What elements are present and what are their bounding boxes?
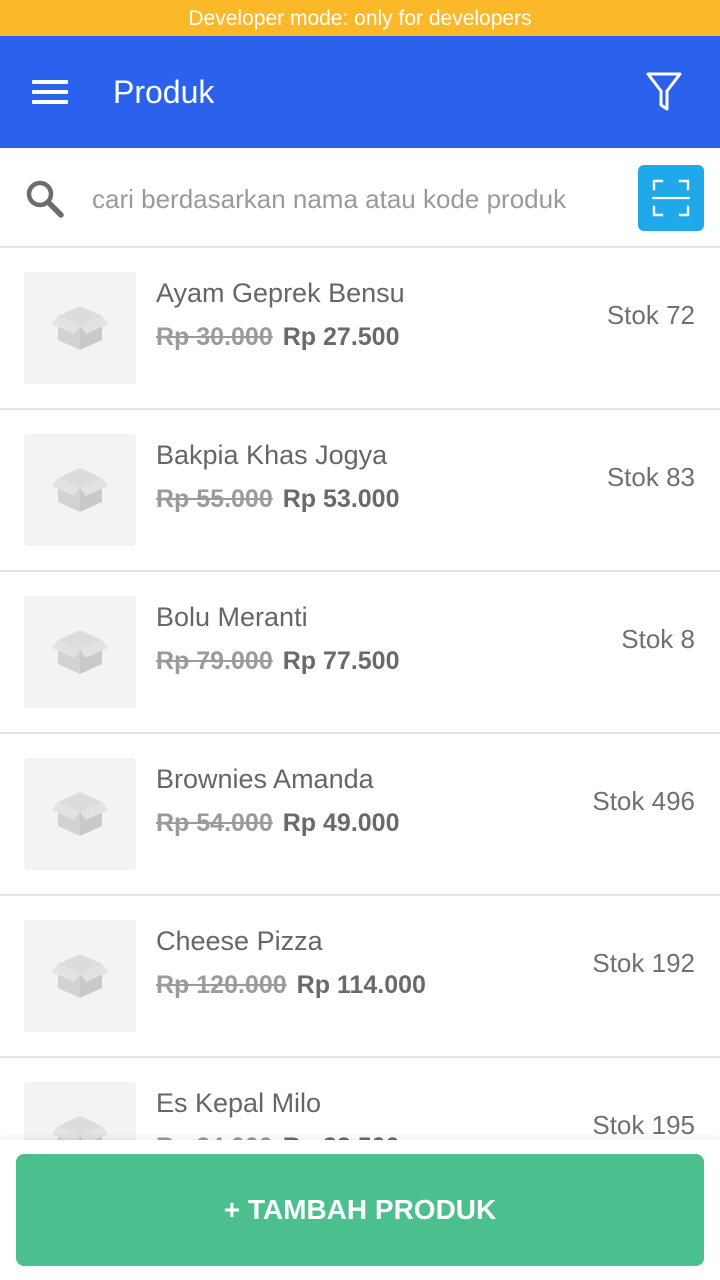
- search-bar: [0, 148, 720, 248]
- product-stock: Stok 496: [592, 786, 695, 816]
- product-name: Bolu Meranti: [156, 602, 308, 632]
- product-prices: Rp 79.000 Rp 77.500: [156, 644, 400, 678]
- product-row[interactable]: Brownies Amanda Rp 54.000 Rp 49.000 Stok 49…: [0, 734, 720, 896]
- product-sale-price: Rp 22.500: [283, 1133, 400, 1140]
- product-thumbnail: [24, 596, 136, 708]
- search-input[interactable]: [92, 176, 622, 222]
- product-thumbnail: [24, 1082, 136, 1140]
- developer-mode-banner: Developer mode: only for developers: [0, 0, 720, 36]
- product-name: Brownies Amanda: [156, 764, 374, 794]
- product-original-price: Rp 24.000: [156, 1133, 273, 1140]
- product-stock: Stok 195: [592, 1110, 695, 1140]
- product-prices: Rp 24.000 Rp 22.500: [156, 1130, 400, 1140]
- filter-funnel-icon[interactable]: [636, 64, 692, 120]
- product-thumbnail: [24, 758, 136, 870]
- product-row[interactable]: Ayam Geprek Bensu Rp 30.000 Rp 27.500 Stok …: [0, 248, 720, 410]
- product-list: Ayam Geprek Bensu Rp 30.000 Rp 27.500 Stok …: [0, 248, 720, 1140]
- product-thumbnail: [24, 272, 136, 384]
- product-name: Ayam Geprek Bensu: [156, 278, 405, 308]
- product-sale-price: Rp 27.500: [282, 323, 400, 351]
- product-row[interactable]: Es Kepal Milo Rp 24.000 Rp 22.500 Stok 195: [0, 1058, 720, 1140]
- app-bar: Produk: [0, 36, 720, 148]
- hamburger-menu-icon[interactable]: [20, 64, 80, 120]
- product-original-price: Rp 120.000: [156, 971, 287, 999]
- product-stock: Stok 8: [621, 624, 695, 654]
- product-sale-price: Rp 114.000: [296, 971, 426, 999]
- product-prices: Rp 54.000 Rp 49.000: [156, 806, 400, 840]
- product-original-price: Rp 79.000: [156, 647, 273, 675]
- product-original-price: Rp 30.000: [156, 323, 273, 351]
- product-original-price: Rp 54.000: [156, 809, 273, 837]
- product-sale-price: Rp 53.000: [282, 485, 400, 513]
- product-stock: Stok 83: [606, 462, 695, 492]
- product-prices: Rp 30.000 Rp 27.500: [156, 320, 400, 354]
- product-original-price: Rp 55.000: [156, 485, 273, 513]
- page-title: Produk: [113, 74, 215, 110]
- barcode-scan-icon[interactable]: [638, 165, 704, 231]
- product-row[interactable]: Bolu Meranti Rp 79.000 Rp 77.500 Stok 8: [0, 572, 720, 734]
- product-thumbnail: [24, 920, 136, 1032]
- product-sale-price: Rp 49.000: [282, 809, 400, 837]
- search-icon: [22, 176, 68, 222]
- product-row[interactable]: Bakpia Khas Jogya Rp 55.000 Rp 53.000 Stok …: [0, 410, 720, 572]
- product-prices: Rp 120.000 Rp 114.000: [156, 968, 426, 1002]
- product-name: Cheese Pizza: [156, 926, 323, 956]
- product-stock: Stok 72: [606, 300, 695, 330]
- product-sale-price: Rp 77.500: [282, 647, 400, 675]
- bottom-action-area: + TAMBAH PRODUK: [0, 1140, 720, 1280]
- add-product-button[interactable]: + TAMBAH PRODUK: [16, 1154, 704, 1266]
- product-name: Bakpia Khas Jogya: [156, 440, 388, 470]
- product-name: Es Kepal Milo: [156, 1088, 322, 1118]
- product-row[interactable]: Cheese Pizza Rp 120.000 Rp 114.000 Stok 192: [0, 896, 720, 1058]
- product-screen: Developer mode: only for developers Prod…: [0, 0, 720, 1280]
- product-thumbnail: [24, 434, 136, 546]
- product-prices: Rp 55.000 Rp 53.000: [156, 482, 400, 516]
- product-stock: Stok 192: [592, 948, 695, 978]
